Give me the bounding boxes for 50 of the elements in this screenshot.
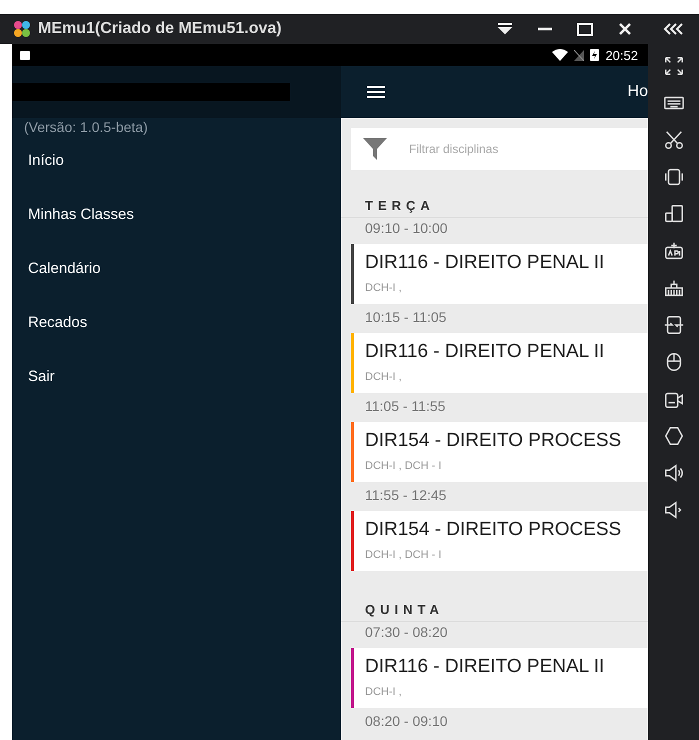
class-card[interactable]: DIR154 - DIREITO PROCESS DCH-I , DCH - I xyxy=(351,422,648,482)
app-bar-title: Ho xyxy=(628,83,648,101)
drawer-item[interactable]: Início xyxy=(12,133,341,187)
time-range: 08:20 - 09:10 xyxy=(364,712,449,731)
status-time: 20:52 xyxy=(605,48,638,62)
window-title: MEmu1(Criado de MEmu51.ova) xyxy=(38,20,283,38)
drawer-item[interactable]: Recados xyxy=(12,295,341,349)
minimize-icon xyxy=(537,27,553,31)
time-range: 09:10 - 10:00 xyxy=(364,219,449,238)
close-icon xyxy=(616,22,634,36)
chevrons-left-icon xyxy=(662,22,684,36)
wifi-icon xyxy=(552,49,568,61)
rotate-icon xyxy=(662,202,684,224)
time-range: 11:55 - 12:45 xyxy=(364,486,448,505)
sync-icon xyxy=(662,314,684,336)
class-card[interactable]: DIR116 - DIREITO PENAL II DCH-I , xyxy=(351,244,648,304)
class-title: DIR154 - DIREITO PROCESS xyxy=(365,519,622,541)
hexagon-icon xyxy=(662,424,684,446)
drawer-item[interactable]: Minhas Classes xyxy=(12,187,341,241)
time-range: 11:05 - 11:55 xyxy=(364,397,446,416)
day-heading: QUINTA xyxy=(364,601,445,617)
fullscreen-icon xyxy=(662,54,684,76)
filter-field[interactable]: Filtrar disciplinas xyxy=(351,128,648,170)
class-room: DCH-I , xyxy=(365,282,403,294)
class-title: DIR116 - DIREITO PENAL II xyxy=(365,656,606,678)
menu-icon[interactable] xyxy=(367,85,385,99)
class-room: DCH-I , DCH - I xyxy=(365,549,442,561)
drawer-item[interactable]: Sair xyxy=(12,349,341,403)
class-title: DIR154 - DIREITO PROCESS xyxy=(365,430,622,452)
class-room: DCH-I , xyxy=(365,686,403,698)
volume-up-icon xyxy=(662,462,684,484)
class-room: DCH-I , DCH - I xyxy=(365,460,442,472)
time-range: 10:15 - 11:05 xyxy=(364,308,448,327)
app-logo-icon xyxy=(12,19,32,39)
no-signal-icon xyxy=(574,50,584,60)
notification-icon xyxy=(20,50,30,60)
class-card[interactable]: DIR116 - DIREITO PENAL II DCH-I , xyxy=(351,333,648,393)
maximize-icon xyxy=(576,22,594,36)
battery-icon xyxy=(590,49,600,61)
class-title: DIR116 - DIREITO PENAL II xyxy=(365,341,606,363)
time-range: 07:30 - 08:20 xyxy=(364,623,449,642)
class-card[interactable]: DIR154 - DIREITO PROCESS DCH-I , DCH - I xyxy=(351,511,648,571)
version-label: (Versão: 1.0.5-beta) xyxy=(23,119,149,135)
day-heading: TERÇA xyxy=(364,197,436,213)
class-room: DCH-I , xyxy=(365,371,403,383)
scissors-icon xyxy=(662,128,684,150)
class-title: DIR116 - DIREITO PENAL II xyxy=(365,252,606,274)
class-card[interactable]: DIR116 - DIREITO PENAL II DCH-I , xyxy=(351,648,648,708)
filter-icon xyxy=(363,138,387,160)
drawer-item[interactable]: Calendário xyxy=(12,241,341,295)
